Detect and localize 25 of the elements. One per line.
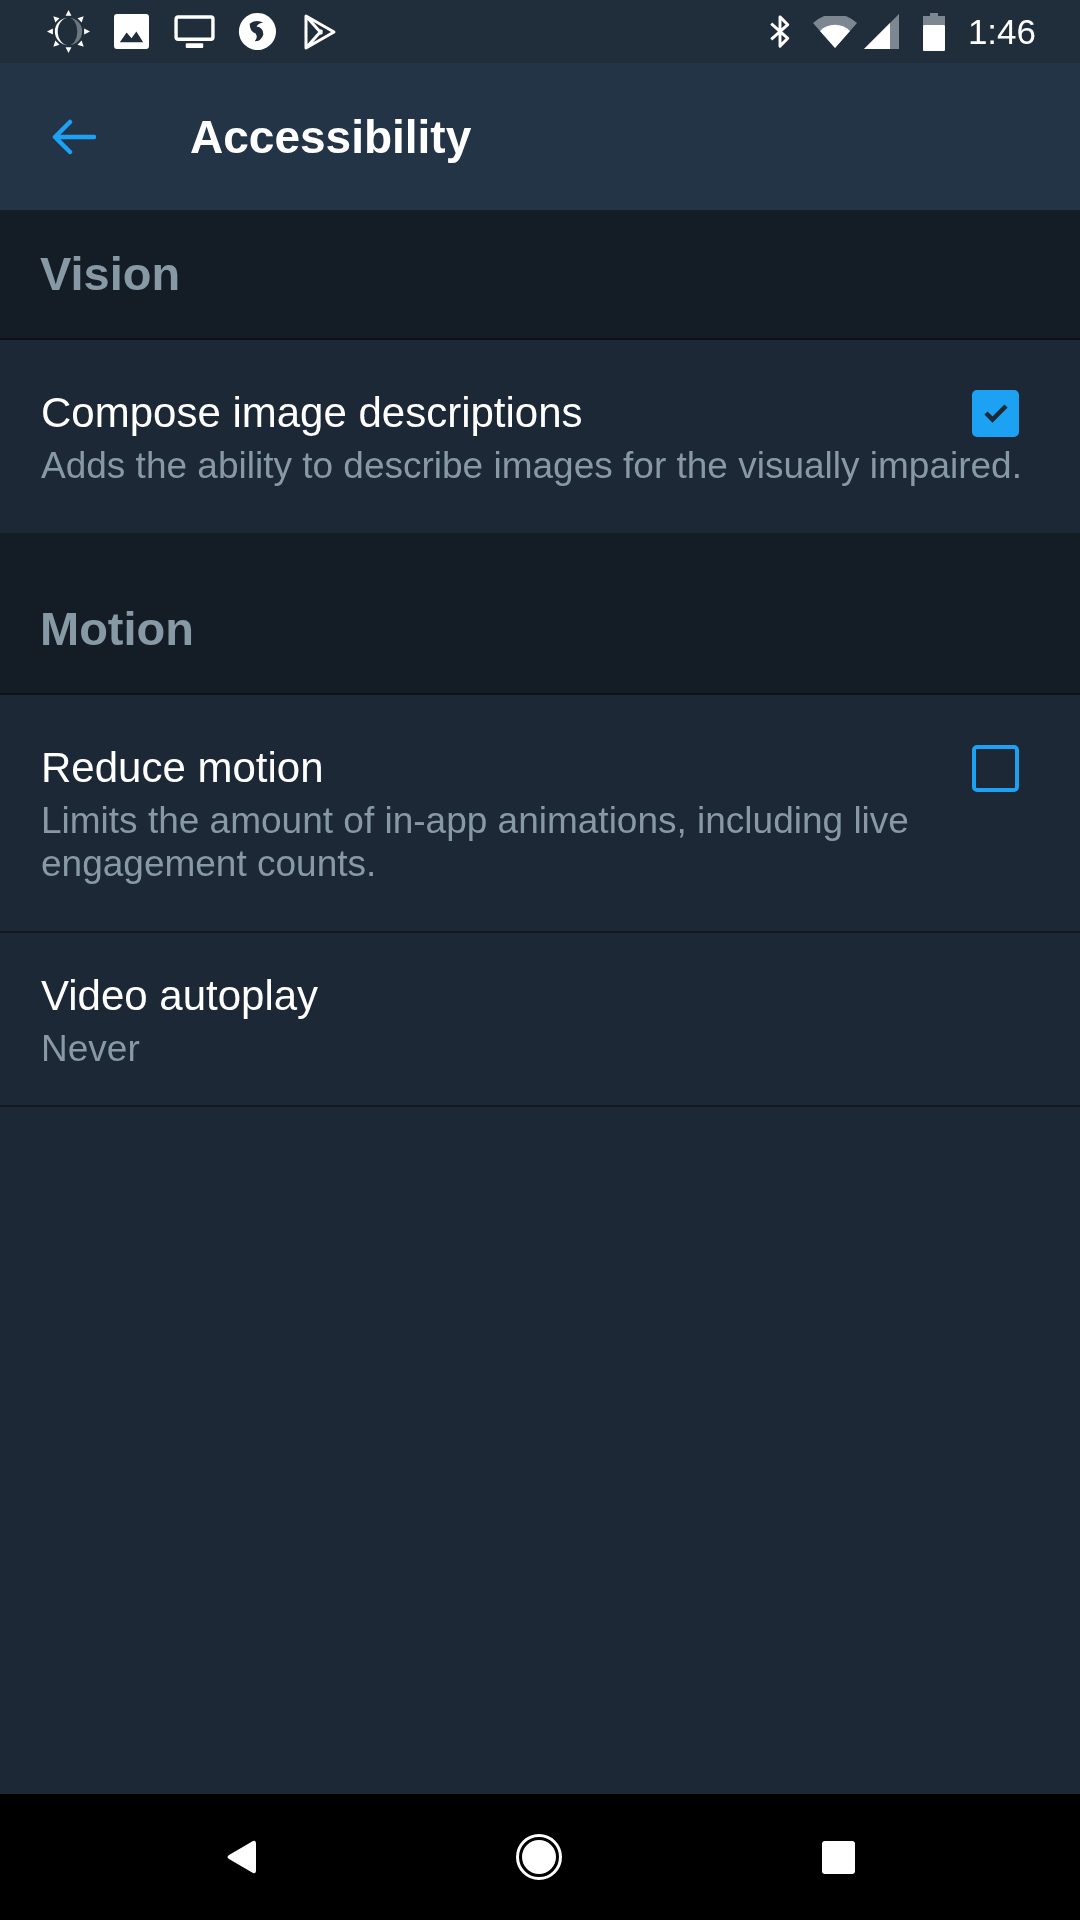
setting-value: Never <box>41 1027 140 1070</box>
wifi-icon <box>812 15 857 48</box>
checkbox[interactable] <box>972 389 1019 437</box>
back-icon[interactable] <box>225 1839 256 1875</box>
battery-icon <box>922 12 945 51</box>
monitor-icon <box>174 15 215 48</box>
brightness-icon <box>47 10 90 53</box>
home-icon[interactable] <box>515 1834 562 1880</box>
section-title: Motion <box>40 601 194 657</box>
image-icon <box>114 14 149 49</box>
signal-icon <box>863 14 899 49</box>
status-time: 1:46 <box>967 11 1036 52</box>
checkbox[interactable] <box>972 744 1019 792</box>
play-triangle-icon <box>303 12 337 51</box>
setting-description: Adds the ability to describe images for the visually impaired. <box>41 444 1022 487</box>
fox-icon <box>237 11 278 52</box>
setting-title: Reduce motion <box>41 743 324 793</box>
setting-title: Compose image descriptions <box>41 388 583 438</box>
section-title: Vision <box>40 246 181 302</box>
back-arrow-icon[interactable] <box>52 118 96 155</box>
setting-description: Limits the amount of in-app animations, including live engagement counts. <box>41 799 910 885</box>
setting-title: Video autoplay <box>41 971 319 1021</box>
checkmark-icon <box>982 403 1009 423</box>
recents-icon[interactable] <box>821 1840 855 1874</box>
screen-title: Accessibility <box>190 109 472 165</box>
